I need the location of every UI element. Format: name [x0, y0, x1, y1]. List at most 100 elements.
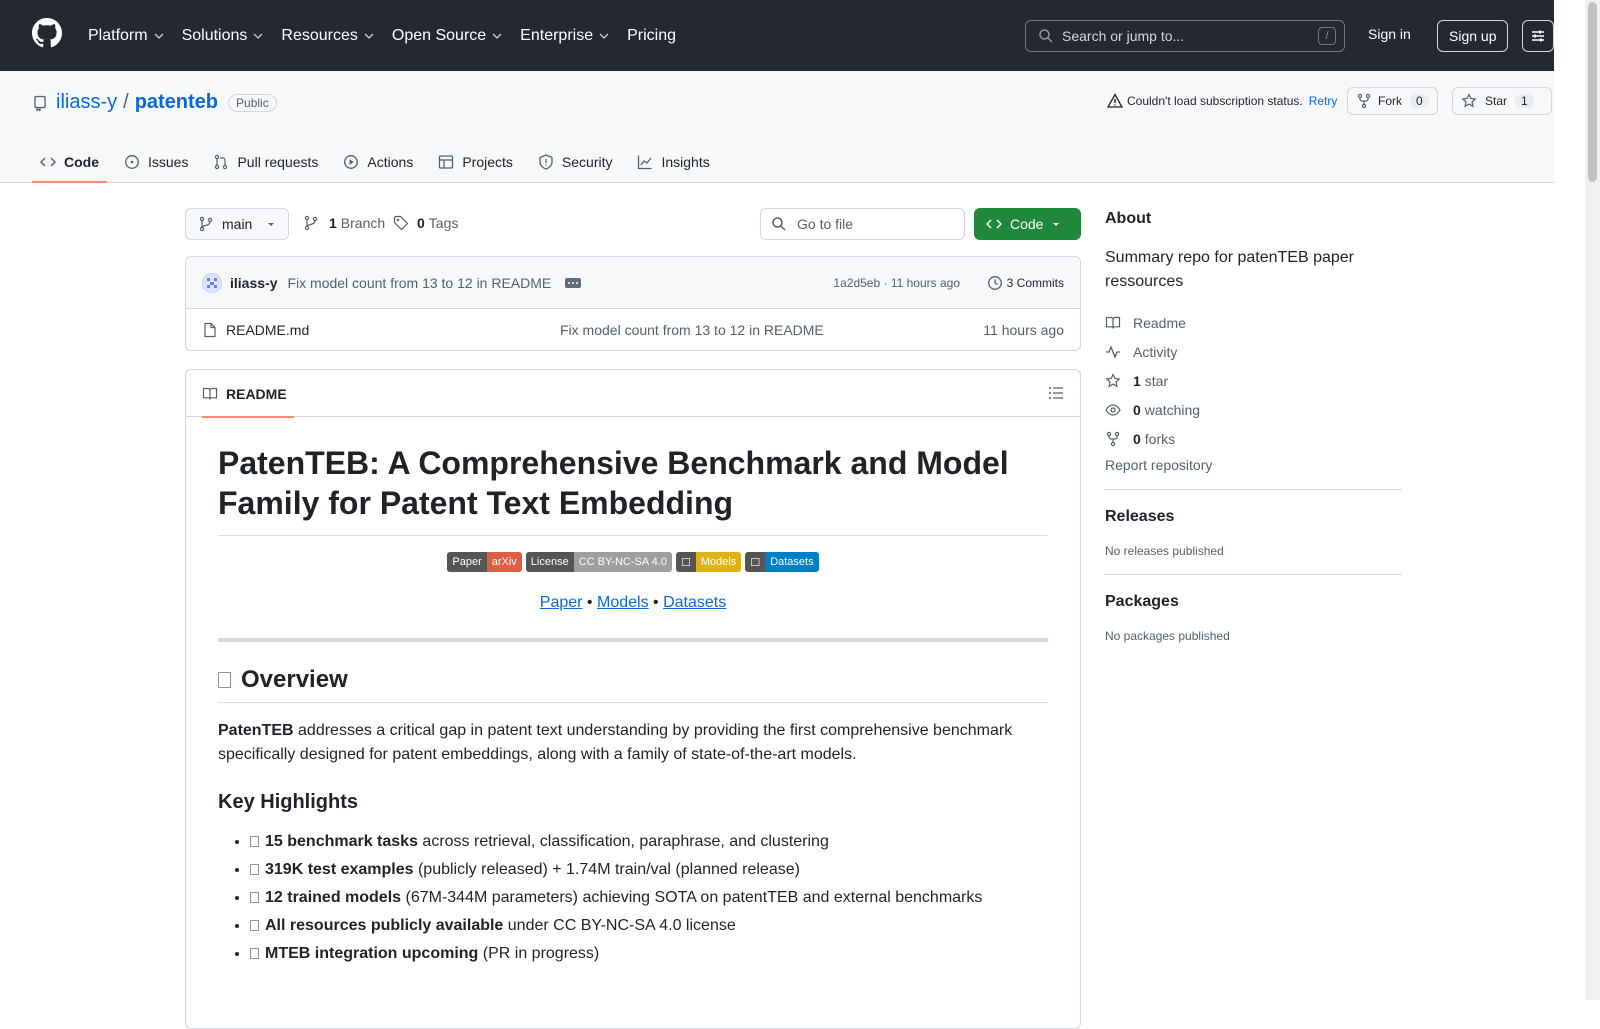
forks-count: 0 [1133, 430, 1141, 447]
link-separator: • [653, 594, 659, 611]
stars-link[interactable]: 1 star [1105, 366, 1402, 395]
fork-icon [1357, 93, 1371, 109]
nav-open-source[interactable]: Open Source [392, 27, 502, 45]
subscription-status-text: Couldn't load subscription status. [1127, 94, 1303, 108]
models-link[interactable]: Models [597, 594, 649, 611]
packages-heading[interactable]: Packages [1105, 593, 1402, 611]
watching-link[interactable]: 0 watching [1105, 395, 1402, 424]
highlight-bold: All resources publicly available [265, 917, 504, 934]
tab-security[interactable]: Security [530, 141, 621, 183]
badge-left: License [525, 552, 574, 572]
models-badge[interactable]: ☐ Models [675, 552, 742, 572]
highlight-bold: 15 benchmark tasks [265, 833, 418, 850]
commits-history-link[interactable]: 3 Commits [987, 275, 1064, 291]
tab-label: Insights [661, 154, 710, 170]
retry-link[interactable]: Retry [1309, 94, 1338, 108]
tab-code[interactable]: Code [32, 141, 107, 183]
tab-projects[interactable]: Projects [430, 141, 521, 183]
highlight-text: under CC BY-NC-SA 4.0 license [503, 917, 736, 934]
badge-left: ☐ [745, 552, 766, 572]
scrollbar-thumb[interactable] [1588, 2, 1597, 182]
nav-enterprise[interactable]: Enterprise [520, 27, 609, 45]
nav-solutions[interactable]: Solutions [182, 27, 264, 45]
code-dropdown-button[interactable]: Code [974, 208, 1081, 240]
go-to-file-input[interactable]: Go to file [760, 208, 965, 240]
outline-list-icon[interactable] [1048, 385, 1064, 401]
highlights-list: 15 benchmark tasks across retrieval, cla… [218, 828, 1048, 968]
nav-label: Platform [88, 26, 148, 44]
tab-issues[interactable]: Issues [116, 141, 196, 183]
license-badge[interactable]: License CC BY-NC-SA 4.0 [525, 552, 672, 572]
nav-pricing[interactable]: Pricing [627, 27, 676, 45]
nav-label: Resources [281, 26, 358, 44]
branches-link[interactable]: 1 Branch [303, 215, 385, 231]
releases-heading[interactable]: Releases [1105, 508, 1402, 526]
branch-selector[interactable]: main [185, 208, 289, 240]
issue-icon [125, 155, 139, 169]
datasets-badge[interactable]: ☐ Datasets [745, 552, 819, 572]
repo-tabs: Code Issues Pull requests Actions Projec… [32, 141, 727, 183]
resource-links: Paper • Models • Datasets [218, 594, 1048, 612]
go-to-file-placeholder: Go to file [797, 216, 854, 232]
commit-dot: · [883, 275, 891, 290]
expand-commit-button[interactable] [565, 277, 582, 288]
commit-author-link[interactable]: iliass-y [230, 275, 277, 291]
commit-hash-link[interactable]: 1a2d5eb [833, 276, 880, 290]
history-icon [987, 275, 1002, 290]
watching-count: 0 [1133, 401, 1141, 418]
readme-link[interactable]: Readme [1105, 308, 1402, 337]
star-button[interactable]: Star 1 [1452, 87, 1552, 115]
pulse-icon [1106, 344, 1120, 359]
tab-label: Actions [367, 154, 414, 170]
commit-message-link[interactable]: Fix model count from 13 to 12 in README [287, 275, 551, 291]
file-list: iliass-y Fix model count from 13 to 12 i… [185, 256, 1081, 351]
tab-insights[interactable]: Insights [629, 141, 717, 183]
tags-link[interactable]: 0 Tags [393, 215, 458, 231]
file-commit-message-link[interactable]: Fix model count from 13 to 12 in README [560, 322, 824, 338]
activity-link[interactable]: Activity [1105, 337, 1402, 366]
file-name-link[interactable]: README.md [226, 322, 309, 338]
shield-icon [539, 154, 553, 170]
tab-label: Projects [462, 154, 513, 170]
paper-link[interactable]: Paper [540, 594, 583, 611]
menu-button[interactable] [1522, 20, 1554, 52]
paper-badge[interactable]: Paper arXiv [447, 552, 522, 572]
highlight-bold: 12 trained models [265, 889, 402, 906]
avatar[interactable] [202, 272, 222, 293]
nav-platform[interactable]: Platform [88, 27, 164, 45]
nav-resources[interactable]: Resources [281, 26, 374, 45]
repo-owner-link[interactable]: iliass-y [56, 91, 117, 114]
readme-title: PatenTEB: A Comprehensive Benchmark and … [218, 443, 1048, 536]
global-search-input[interactable]: Search or jump to... / [1025, 20, 1345, 52]
overview-text: addresses a critical gap in patent text … [218, 722, 1013, 763]
tab-actions[interactable]: Actions [335, 141, 421, 183]
file-time: 11 hours ago [983, 322, 1064, 338]
fork-button[interactable]: Fork 0 [1347, 87, 1438, 115]
forks-link[interactable]: 0 forks [1105, 424, 1402, 453]
book-icon [202, 387, 218, 400]
github-logo-icon[interactable] [32, 18, 62, 48]
identicon-icon [207, 277, 217, 288]
tab-pull-requests[interactable]: Pull requests [205, 141, 326, 183]
table-row: README.md Fix model count from 13 to 12 … [186, 309, 1080, 350]
sign-up-button[interactable]: Sign up [1437, 20, 1509, 52]
star-icon [1461, 93, 1477, 108]
badge-left: Paper [447, 552, 487, 572]
highlight-text: (67M-344M parameters) achieving SOTA on … [401, 889, 983, 906]
releases-note: No releases published [1105, 544, 1224, 558]
repo-name-link[interactable]: patenteb [135, 91, 218, 114]
emoji-placeholder-icon [250, 948, 259, 959]
readme-tab[interactable]: README [202, 370, 294, 418]
highlight-text: (PR in progress) [478, 945, 600, 962]
caret-down-icon [268, 223, 274, 226]
report-repository-link[interactable]: Report repository [1105, 457, 1402, 473]
tab-label: Code [64, 154, 99, 170]
readme-tab-label: README [226, 385, 287, 402]
search-placeholder: Search or jump to... [1062, 28, 1185, 44]
fork-count: 0 [1410, 94, 1429, 108]
sign-in-link[interactable]: Sign in [1368, 26, 1411, 42]
search-icon [772, 217, 786, 231]
badge-right: Models [695, 552, 742, 572]
commit-meta: 1a2d5eb · 11 hours ago [833, 276, 960, 290]
datasets-link[interactable]: Datasets [663, 594, 726, 611]
